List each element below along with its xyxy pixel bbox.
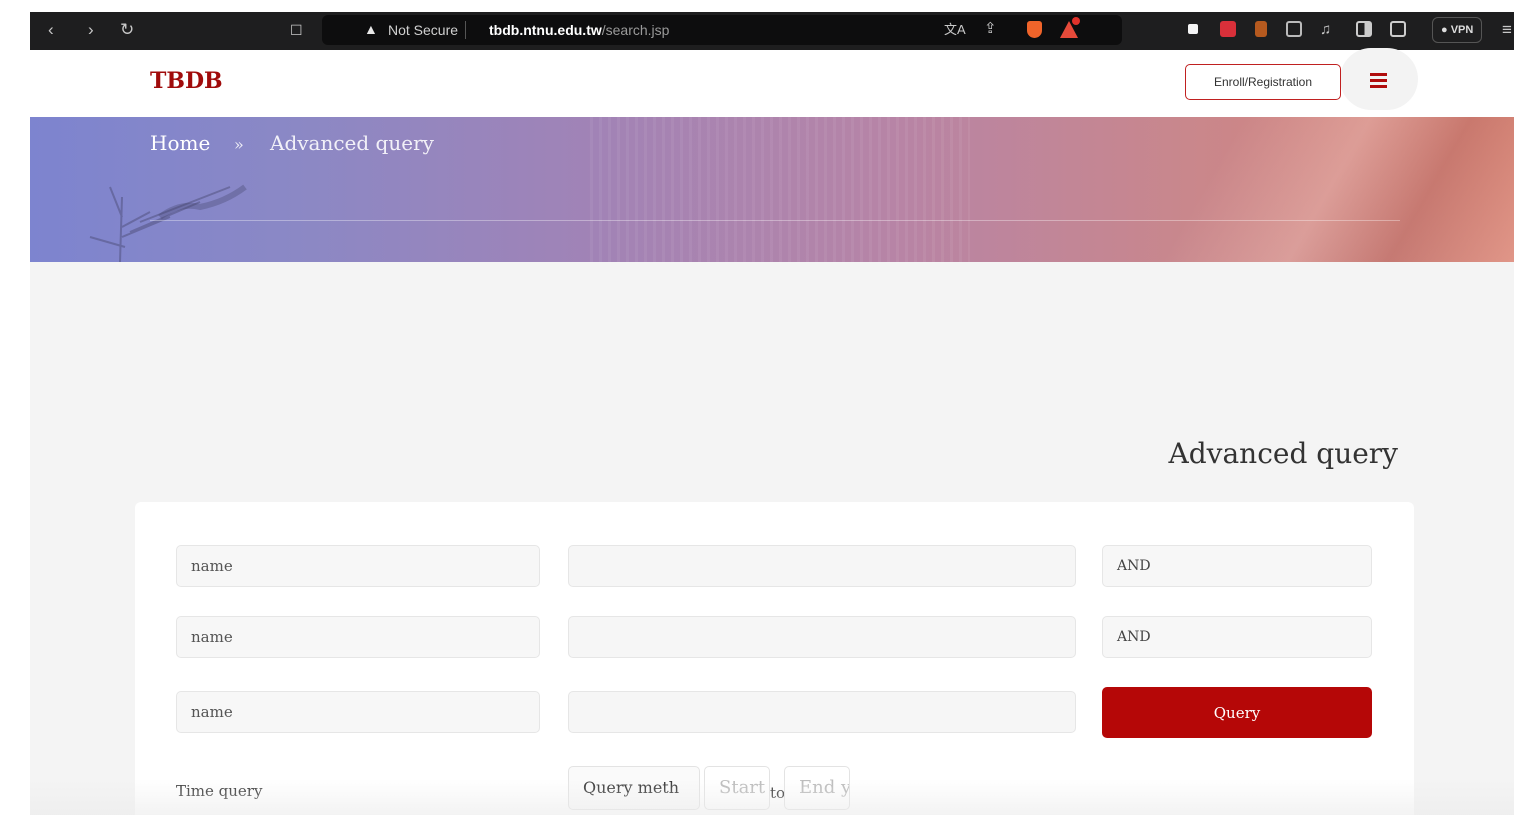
url-host: tbdb.ntnu.edu.tw xyxy=(489,22,602,38)
banner-mountain-image xyxy=(1094,117,1514,262)
query-button[interactable]: Query xyxy=(1102,687,1372,738)
field-select-2[interactable]: name xyxy=(176,616,540,658)
forward-icon[interactable]: › xyxy=(88,20,94,40)
sidebar-icon[interactable] xyxy=(1356,21,1372,37)
vpn-button[interactable]: ● VPN xyxy=(1432,17,1483,43)
logic-select-1[interactable]: AND xyxy=(1102,545,1372,587)
breadcrumb-separator: » xyxy=(234,135,244,154)
end-year-input[interactable]: End year xyxy=(784,766,850,810)
extension-red-icon[interactable] xyxy=(1220,21,1236,37)
main-content: Advanced query name AND name AND name Qu… xyxy=(30,262,1514,832)
back-icon[interactable]: ‹ xyxy=(48,20,54,40)
divider xyxy=(465,21,466,39)
address-bar[interactable]: ▲ Not Secure tbdb.ntnu.edu.tw/search.jsp… xyxy=(322,15,1122,45)
url-path: /search.jsp xyxy=(601,22,670,38)
extension-padlock-icon[interactable] xyxy=(1255,21,1267,37)
wallet-icon[interactable] xyxy=(1390,21,1406,37)
hero-banner: Home » Advanced query xyxy=(30,117,1514,262)
keyword-input-3[interactable] xyxy=(568,691,1076,733)
banner-city-image xyxy=(590,117,970,262)
menu-bar-icon xyxy=(1370,85,1387,88)
extensions-puzzle-icon[interactable] xyxy=(1286,21,1302,37)
browser-toolbar: ‹ › ↻ ☐ ▲ Not Secure tbdb.ntnu.edu.tw/se… xyxy=(30,12,1514,50)
keyword-input-2[interactable] xyxy=(568,616,1076,658)
menu-bar-icon xyxy=(1370,73,1387,76)
bookmark-icon[interactable]: ☐ xyxy=(290,20,303,40)
enroll-registration-button[interactable]: Enroll/Registration xyxy=(1185,64,1341,100)
menu-icon[interactable]: ≡ xyxy=(1502,20,1512,40)
time-query-label: Time query xyxy=(176,782,263,800)
url-text[interactable]: tbdb.ntnu.edu.tw/search.jsp xyxy=(489,22,669,38)
to-label: to xyxy=(770,784,786,802)
keyword-input-1[interactable] xyxy=(568,545,1076,587)
menu-bar-icon xyxy=(1370,79,1387,82)
logic-select-2[interactable]: AND xyxy=(1102,616,1372,658)
query-form: name AND name AND name Query Time query … xyxy=(135,502,1414,832)
breadcrumb-current: Advanced query xyxy=(270,131,434,155)
share-icon[interactable]: ⇪ xyxy=(984,19,997,39)
translate-icon[interactable]: 文A xyxy=(944,20,966,40)
reload-icon[interactable]: ↻ xyxy=(120,20,134,40)
banner-divider xyxy=(150,220,1400,221)
field-select-1[interactable]: name xyxy=(176,545,540,587)
page-title: Advanced query xyxy=(1168,437,1399,470)
site-logo[interactable]: TBDB xyxy=(150,68,223,94)
site-header: TBDB Enroll/Registration xyxy=(30,48,1514,117)
query-method-select[interactable]: Query meth xyxy=(568,766,700,810)
extension-lock-icon[interactable] xyxy=(1188,24,1198,34)
security-label[interactable]: Not Secure xyxy=(388,22,458,38)
breadcrumb-home[interactable]: Home xyxy=(150,131,210,155)
music-icon[interactable]: ♫ xyxy=(1320,20,1331,40)
brave-shield-icon[interactable] xyxy=(1027,21,1042,38)
warning-icon: ▲ xyxy=(364,21,378,37)
start-year-input[interactable]: Start year xyxy=(704,766,770,810)
notification-badge xyxy=(1072,17,1080,25)
hamburger-menu-button[interactable] xyxy=(1340,48,1418,110)
field-select-3[interactable]: name xyxy=(176,691,540,733)
